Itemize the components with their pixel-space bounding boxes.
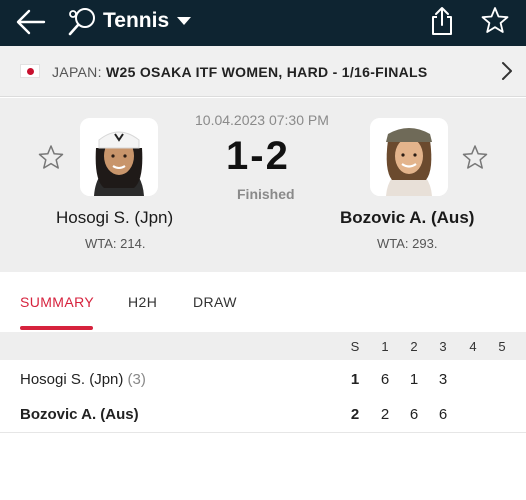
- row-player-seed: (3): [127, 371, 146, 388]
- row-player-name: Hosogi S. (Jpn) (3): [20, 371, 146, 388]
- tab-draw[interactable]: DRAW: [193, 294, 237, 310]
- japan-flag-icon: [20, 64, 40, 78]
- row-set-2: 1: [409, 371, 419, 388]
- home-player-avatar[interactable]: [80, 118, 158, 196]
- match-score: 1-2: [226, 134, 290, 178]
- match-header: 10.04.2023 07:30 PM 1-2 Finished Hosogi …: [0, 98, 526, 272]
- home-player-rank: WTA: 214.: [85, 236, 146, 251]
- away-player-name[interactable]: Bozovic A. (Aus): [340, 208, 474, 228]
- tab-h2h[interactable]: H2H: [128, 294, 157, 310]
- row-set-1: 2: [380, 406, 390, 423]
- sport-title[interactable]: Tennis: [103, 9, 169, 33]
- match-status: Finished: [237, 186, 295, 202]
- back-arrow-icon[interactable]: [14, 8, 46, 36]
- tab-summary[interactable]: SUMMARY: [20, 294, 94, 310]
- row-set-2: 6: [409, 406, 419, 423]
- row-set-1: 6: [380, 371, 390, 388]
- tab-bar: SUMMARY H2H DRAW: [0, 272, 526, 332]
- row-player-name-text: Bozovic A. (Aus): [20, 406, 139, 423]
- chevron-right-icon[interactable]: [500, 61, 514, 81]
- row-set-3: 6: [438, 406, 448, 423]
- dropdown-caret-icon[interactable]: [176, 16, 192, 26]
- away-player-avatar[interactable]: [370, 118, 448, 196]
- column-set-2: 2: [410, 339, 418, 354]
- home-player-name[interactable]: Hosogi S. (Jpn): [56, 208, 173, 228]
- tennis-racket-icon: [68, 8, 95, 36]
- scoreboard-header: S 1 2 3 4 5: [0, 332, 526, 360]
- tournament-country: JAPAN:: [52, 64, 102, 80]
- column-set-5: 5: [498, 339, 506, 354]
- column-set-4: 4: [469, 339, 477, 354]
- share-icon[interactable]: [428, 6, 456, 36]
- favorite-home-star-icon[interactable]: [37, 143, 65, 171]
- column-sets: S: [350, 339, 360, 354]
- column-set-3: 3: [439, 339, 447, 354]
- row-sets-won: 2: [350, 406, 360, 423]
- row-player-name: Bozovic A. (Aus): [20, 406, 139, 423]
- column-set-1: 1: [381, 339, 389, 354]
- favorite-away-star-icon[interactable]: [461, 143, 489, 171]
- tournament-name: W25 OSAKA ITF WOMEN, HARD - 1/16-FINALS: [105, 64, 428, 80]
- match-datetime: 10.04.2023 07:30 PM: [195, 112, 329, 128]
- top-app-bar: Tennis: [0, 0, 526, 46]
- tournament-row[interactable]: JAPAN: W25 OSAKA ITF WOMEN, HARD - 1/16-…: [0, 46, 526, 97]
- scoreboard-row-home[interactable]: Hosogi S. (Jpn) (3) 1 6 1 3: [0, 363, 526, 396]
- away-player-rank: WTA: 293.: [377, 236, 438, 251]
- row-player-name-text: Hosogi S. (Jpn): [20, 371, 124, 388]
- scoreboard-row-away[interactable]: Bozovic A. (Aus) 2 2 6 6: [0, 398, 526, 433]
- row-set-3: 3: [438, 371, 448, 388]
- row-sets-won: 1: [350, 371, 360, 388]
- star-icon[interactable]: [481, 6, 509, 34]
- tournament-text: JAPAN: W25 OSAKA ITF WOMEN, HARD - 1/16-…: [52, 64, 428, 80]
- active-tab-indicator: [20, 326, 93, 330]
